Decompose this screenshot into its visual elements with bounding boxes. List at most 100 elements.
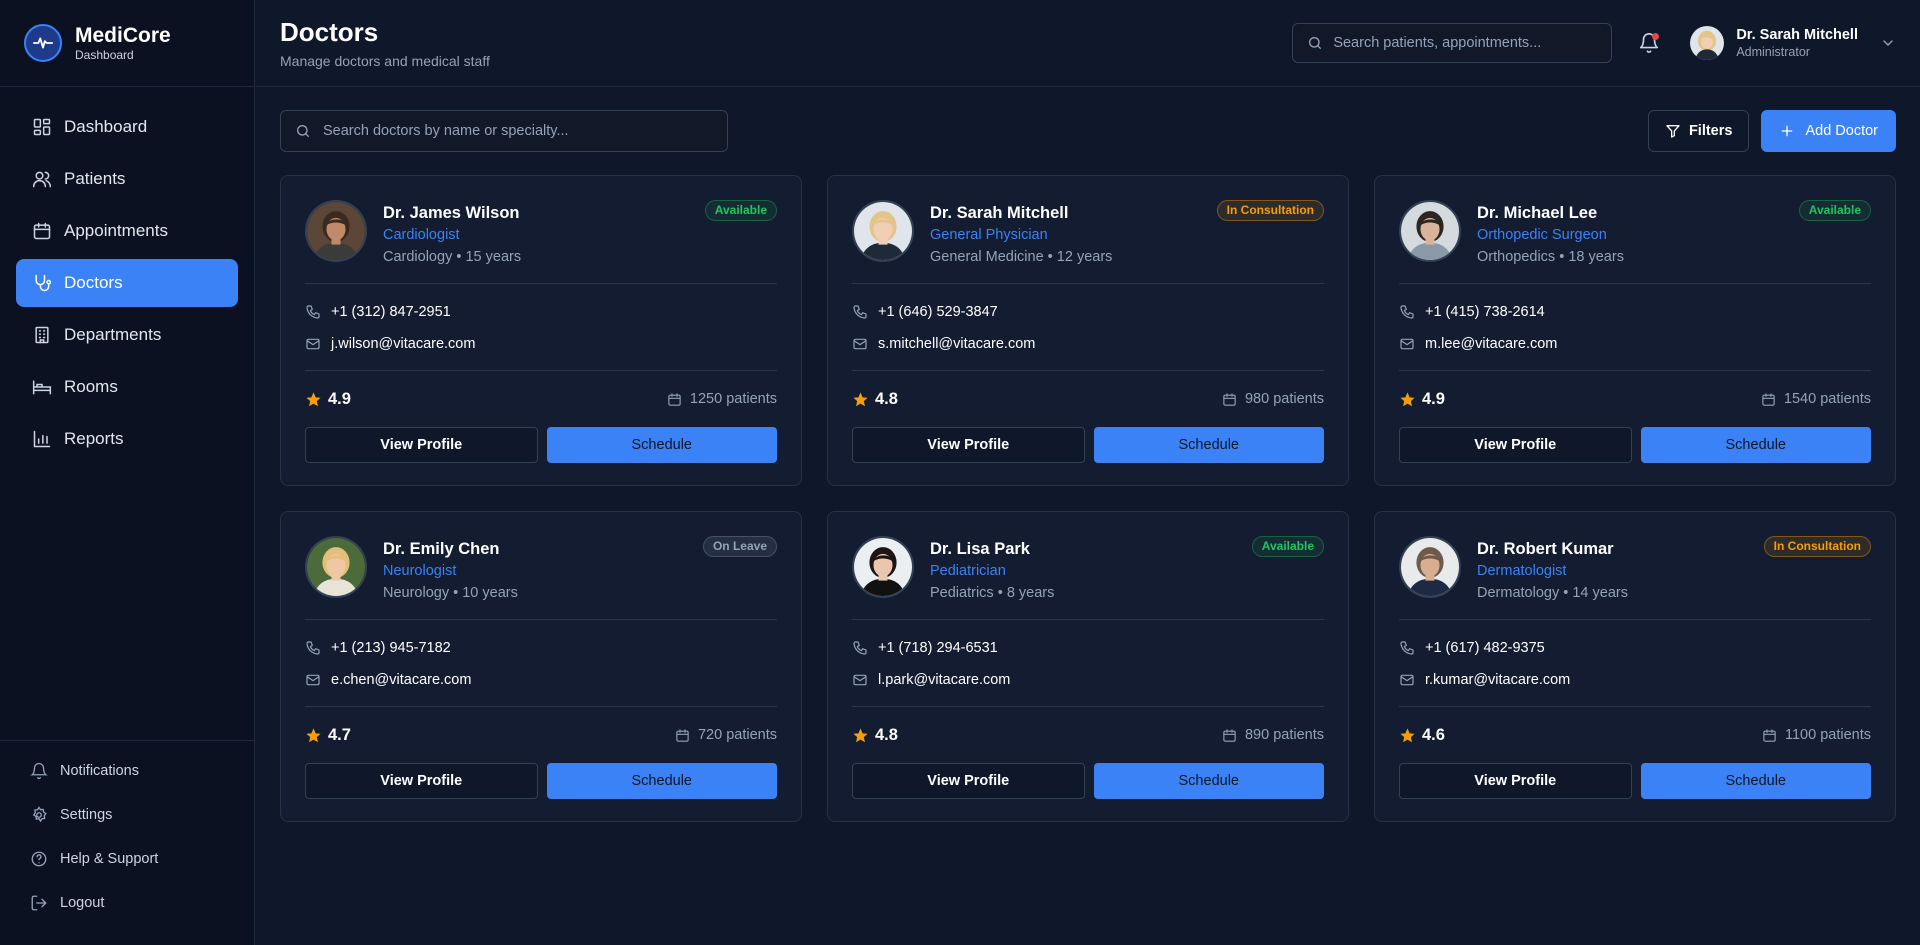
gear-icon (30, 806, 48, 824)
doctor-email[interactable]: e.chen@vitacare.com (305, 664, 777, 696)
add-doctor-button[interactable]: Add Doctor (1761, 110, 1896, 152)
add-doctor-label: Add Doctor (1805, 123, 1878, 139)
doctor-email[interactable]: l.park@vitacare.com (852, 664, 1324, 696)
sidebar-item-rooms[interactable]: Rooms (16, 363, 238, 411)
doctor-phone[interactable]: +1 (617) 482-9375 (1399, 632, 1871, 664)
schedule-button[interactable]: Schedule (546, 763, 777, 799)
sidebar-item-help-support[interactable]: Help & Support (16, 837, 238, 881)
doctor-email[interactable]: s.mitchell@vitacare.com (852, 328, 1324, 360)
doctor-email[interactable]: j.wilson@vitacare.com (305, 328, 777, 360)
sidebar-item-doctors[interactable]: Doctors (16, 259, 238, 307)
divider (305, 619, 777, 620)
sidebar-item-notifications[interactable]: Notifications (16, 749, 238, 793)
phone-icon (852, 640, 868, 656)
sidebar-item-settings[interactable]: Settings (16, 793, 238, 837)
doctor-name: Dr. James Wilson (383, 204, 520, 222)
email-text: e.chen@vitacare.com (331, 672, 472, 688)
sidebar-item-appointments[interactable]: Appointments (16, 207, 238, 255)
doctor-rating: 4.7 (305, 726, 351, 745)
doctor-email[interactable]: r.kumar@vitacare.com (1399, 664, 1871, 696)
patient-count: 1100 patients (1762, 727, 1871, 743)
schedule-button[interactable]: Schedule (1640, 763, 1871, 799)
view-profile-button[interactable]: View Profile (1399, 763, 1632, 799)
doctor-card: Dr. Lisa Park Pediatrician Pediatrics • … (827, 511, 1349, 822)
divider (1399, 283, 1871, 284)
sidebar-item-dashboard[interactable]: Dashboard (16, 103, 238, 151)
patient-count-text: 890 patients (1244, 727, 1324, 743)
doctor-phone[interactable]: +1 (718) 294-6531 (852, 632, 1324, 664)
mail-icon (1399, 336, 1415, 352)
plus-icon (1779, 123, 1795, 139)
phone-text: +1 (213) 945-7182 (331, 640, 451, 656)
mail-icon (852, 336, 868, 352)
calendar-icon (1761, 392, 1776, 407)
doctor-department: Cardiology • 15 years (383, 249, 522, 265)
experience-years: 14 years (1572, 585, 1628, 601)
schedule-button[interactable]: Schedule (546, 427, 777, 463)
schedule-button[interactable]: Schedule (1093, 427, 1324, 463)
brand-subtitle: Dashboard (75, 48, 134, 62)
doctor-specialty: Neurologist (383, 563, 457, 579)
doctor-email[interactable]: m.lee@vitacare.com (1399, 328, 1871, 360)
doctor-department: Pediatrics • 8 years (930, 585, 1055, 601)
doctor-name: Dr. Michael Lee (1477, 204, 1598, 222)
doctor-phone[interactable]: +1 (312) 847-2951 (305, 296, 777, 328)
doctor-phone[interactable]: +1 (646) 529-3847 (852, 296, 1324, 328)
view-profile-button[interactable]: View Profile (305, 427, 538, 463)
global-search-input[interactable] (1333, 35, 1598, 51)
department-name: Neurology (383, 585, 450, 601)
doctor-avatar (1399, 536, 1461, 598)
doctor-name: Dr. Sarah Mitchell (930, 204, 1069, 222)
star-icon (852, 391, 869, 408)
calendar-icon (1222, 392, 1237, 407)
view-profile-button[interactable]: View Profile (852, 427, 1085, 463)
schedule-button[interactable]: Schedule (1640, 427, 1871, 463)
patient-count: 720 patients (675, 727, 777, 743)
phone-text: +1 (312) 847-2951 (331, 304, 451, 320)
mail-icon (852, 672, 868, 688)
doctor-phone[interactable]: +1 (213) 945-7182 (305, 632, 777, 664)
email-text: m.lee@vitacare.com (1425, 336, 1558, 352)
doctor-search[interactable] (280, 110, 728, 152)
doctor-specialty: Dermatologist (1477, 563, 1567, 579)
email-text: s.mitchell@vitacare.com (878, 336, 1036, 352)
patient-count-text: 720 patients (697, 727, 777, 743)
mail-icon (305, 672, 321, 688)
doctor-phone[interactable]: +1 (415) 738-2614 (1399, 296, 1871, 328)
status-badge: Available (704, 200, 777, 221)
sidebar-item-logout[interactable]: Logout (16, 881, 238, 925)
view-profile-button[interactable]: View Profile (1399, 427, 1632, 463)
doctor-search-input[interactable] (323, 123, 713, 139)
sidebar-item-patients[interactable]: Patients (16, 155, 238, 203)
phone-icon (1399, 640, 1415, 656)
schedule-button[interactable]: Schedule (1093, 763, 1324, 799)
calendar-icon (32, 221, 52, 241)
department-name: Dermatology (1477, 585, 1560, 601)
sidebar-item-label: Notifications (60, 763, 139, 779)
building-icon (32, 325, 52, 345)
calendar-icon (1762, 728, 1777, 743)
notifications-bell-icon[interactable] (1638, 32, 1660, 54)
patient-count-text: 1540 patients (1783, 391, 1871, 407)
bar-chart-icon (32, 429, 52, 449)
user-menu[interactable]: Dr. Sarah Mitchell Administrator (1690, 26, 1896, 60)
doctor-name: Dr. Robert Kumar (1477, 540, 1614, 558)
global-search[interactable] (1292, 23, 1613, 63)
brand[interactable]: MediCore Dashboard (0, 0, 254, 87)
sidebar-item-departments[interactable]: Departments (16, 311, 238, 359)
sidebar-item-reports[interactable]: Reports (16, 415, 238, 463)
view-profile-button[interactable]: View Profile (305, 763, 538, 799)
filters-button[interactable]: Filters (1647, 110, 1750, 152)
view-profile-button[interactable]: View Profile (852, 763, 1085, 799)
phone-text: +1 (415) 738-2614 (1425, 304, 1545, 320)
doctor-rating: 4.8 (852, 390, 898, 409)
experience-years: 12 years (1056, 249, 1113, 265)
experience-years: 18 years (1568, 249, 1624, 265)
star-icon (852, 727, 869, 744)
user-avatar (1690, 26, 1725, 60)
doctor-specialty: Pediatrician (930, 563, 1006, 579)
user-name: Dr. Sarah Mitchell (1736, 27, 1858, 43)
search-icon (295, 123, 311, 139)
doctor-card: Dr. James Wilson Cardiologist Cardiology… (280, 175, 802, 486)
help-icon (30, 850, 48, 868)
